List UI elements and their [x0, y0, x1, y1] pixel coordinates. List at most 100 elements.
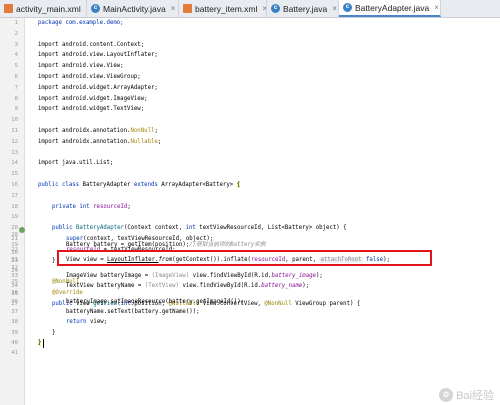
code-text: NonNull — [130, 128, 155, 134]
line-number: 7 — [14, 84, 18, 91]
line-number: 17 — [11, 192, 18, 199]
code-text: } — [52, 257, 56, 264]
code-text: import android.view.LayoutInflater; — [38, 52, 158, 59]
xml-file-icon — [183, 4, 192, 13]
code-line-40: } — [38, 338, 42, 349]
code-text: (Context context, — [123, 225, 186, 232]
code-text: batteryName.setText(battery.getName()); — [66, 309, 200, 315]
code-line-34: TextView batteryName = (TextView) view.f… — [66, 281, 309, 292]
tab-label: BatteryAdapter.java — [355, 2, 430, 13]
tab-label: activity_main.xml — [16, 3, 81, 14]
code-line-7: import android.widget.ArrayAdapter; — [38, 83, 158, 94]
tab-activity-main-xml[interactable]: activity_main.xml × — [0, 0, 87, 17]
code-text: battery_name — [261, 283, 303, 289]
line-number: 19 — [11, 214, 18, 221]
code-text: import android.widget.ImageView; — [38, 95, 148, 102]
code-text: import androidx.annotation. — [38, 128, 131, 134]
line-number: 1 — [14, 20, 18, 26]
line-number: 9 — [14, 106, 18, 113]
code-text: TextView batteryName = — [66, 283, 145, 289]
code-text: package com.example.demo; — [38, 20, 124, 26]
code-text: import android.content.Context; — [38, 41, 145, 48]
code-text: import android.view.ViewGroup; — [38, 74, 141, 80]
code-line-8: import android.widget.ImageView; — [38, 94, 148, 105]
code-line-20: public BatteryAdapter(Context context, i… — [52, 223, 347, 234]
line-number: 2 — [14, 30, 18, 37]
line-number: 41 — [11, 350, 18, 356]
code-text: ; — [154, 128, 158, 134]
code-text: public — [52, 225, 76, 232]
close-icon[interactable]: × — [171, 4, 176, 13]
close-icon[interactable]: × — [332, 4, 337, 13]
code-text: ; — [157, 138, 162, 145]
line-number: 16 — [11, 182, 18, 188]
code-line-38: return view; — [66, 317, 107, 328]
code-text: } — [38, 340, 42, 346]
line-number: 15 — [11, 171, 18, 178]
code-text: battery_image — [271, 273, 316, 279]
tab-battery-item-xml[interactable]: battery_item.xml × — [179, 0, 267, 17]
line-number: 5 — [14, 63, 18, 70]
code-line-4: import android.view.LayoutInflater; — [38, 50, 158, 61]
code-text: batteryImage.setImageResource(battery.ge… — [66, 299, 245, 305]
close-icon[interactable]: × — [434, 3, 439, 12]
code-text: view.findViewById(R.id. — [192, 273, 272, 279]
code-text: Battery battery = getItem(position); — [66, 242, 190, 248]
line-number: 4 — [14, 52, 18, 59]
red-highlight-box — [57, 250, 432, 266]
code-comment: //获取当前项的Battery实例 — [189, 242, 266, 248]
line-number: 12 — [11, 138, 18, 145]
line-number: 10 — [11, 117, 18, 124]
code-text: } — [52, 330, 56, 336]
code-text: view; — [89, 319, 108, 325]
code-text: ; — [127, 203, 131, 210]
code-text: int — [185, 225, 200, 232]
line-number: 8 — [14, 95, 18, 102]
code-text: public class — [38, 182, 83, 188]
code-text: extends — [133, 182, 162, 188]
code-line-3: import android.content.Context; — [38, 40, 144, 51]
code-text: import android.view.View; — [38, 63, 124, 70]
code-line-1: package com.example.demo; — [38, 18, 124, 29]
editor-tab-bar: activity_main.xml × c MainActivity.java … — [0, 0, 500, 18]
code-text: return — [66, 319, 90, 325]
code-line-11: import androidx.annotation.NonNull; — [38, 126, 158, 137]
code-line-39: } — [52, 328, 55, 339]
xml-file-icon — [4, 4, 13, 13]
line-number: 18 — [11, 203, 18, 210]
line-number: 6 — [14, 74, 18, 80]
tab-batteryadapter-java[interactable]: c BatteryAdapter.java × — [339, 0, 441, 17]
code-text: import android.widget.TextView; — [38, 106, 145, 113]
code-text: (TextView) — [144, 283, 183, 289]
code-text: ); — [315, 273, 323, 279]
code-text: textViewResourceId, List<Battery> object… — [199, 225, 347, 232]
code-text: import android.widget.ArrayAdapter; — [38, 84, 158, 91]
code-line-12: import androidx.annotation.Nullable; — [38, 137, 161, 148]
override-marker-icon[interactable] — [19, 227, 25, 233]
code-line-23: } — [52, 256, 55, 267]
code-text: { — [236, 182, 241, 188]
code-text: Nullable — [130, 138, 158, 145]
code-line-16: public class BatteryAdapter extends Arra… — [38, 180, 241, 191]
code-text: view.findViewById(R.id. — [182, 283, 262, 289]
code-text: ImageView batteryImage = — [66, 273, 152, 279]
baidu-paw-icon: ✿ — [439, 388, 454, 402]
tab-mainactivity-java[interactable]: c MainActivity.java × — [87, 0, 179, 17]
line-number: 14 — [11, 160, 18, 167]
line-number: 38 — [11, 319, 18, 325]
line-number: 13 — [11, 149, 18, 156]
code-line-18: private int resourceId; — [52, 202, 131, 213]
tab-label: Battery.java — [283, 3, 328, 14]
code-line-6: import android.view.ViewGroup; — [38, 72, 141, 83]
code-text: ); — [302, 283, 310, 289]
code-text: BatteryAdapter — [82, 182, 134, 188]
line-number: 3 — [14, 41, 18, 48]
tab-battery-java[interactable]: c Battery.java × — [267, 0, 339, 17]
code-line-14: import java.util.List; — [38, 158, 113, 169]
code-text: @NonNull — [264, 300, 296, 307]
code-line-5: import android.view.View; — [38, 61, 124, 72]
code-text: import androidx.annotation. — [38, 138, 131, 145]
java-class-icon: c — [91, 4, 100, 13]
code-text: BatteryAdapter — [75, 225, 124, 232]
code-text: import java.util.List; — [38, 160, 114, 167]
